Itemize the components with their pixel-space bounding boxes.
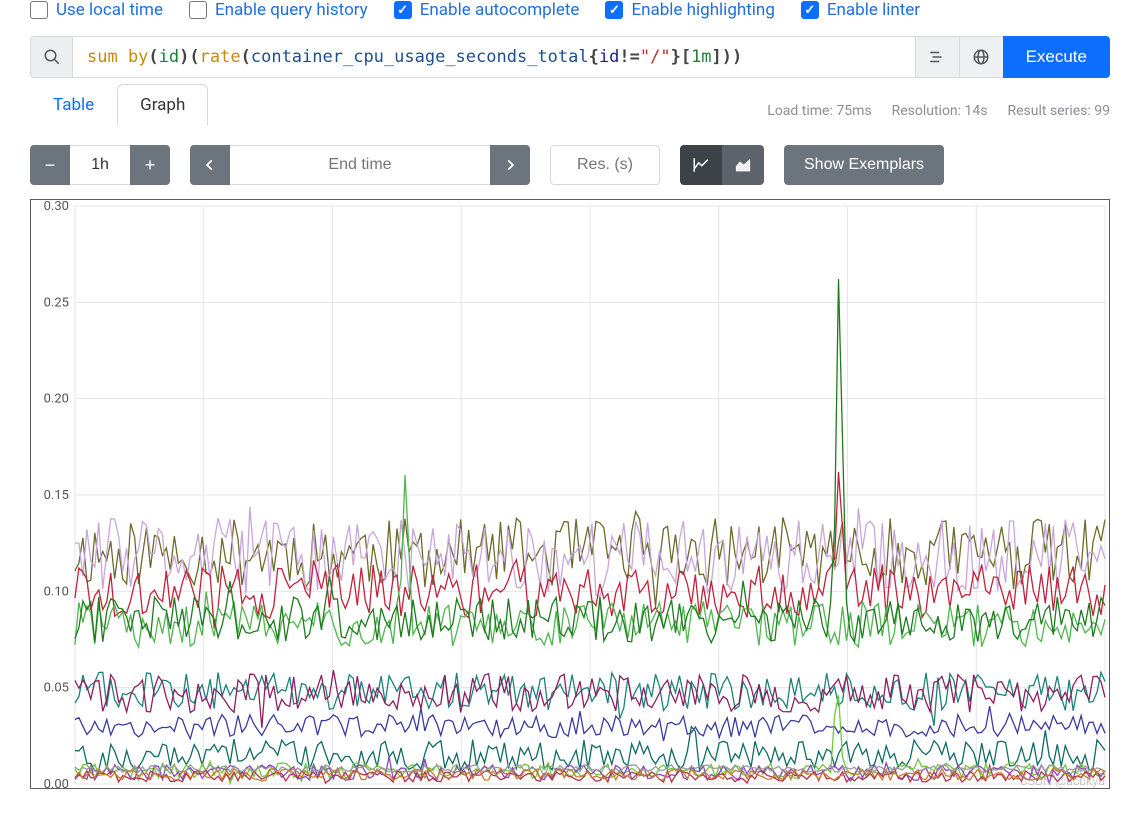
resolution-input[interactable] xyxy=(550,145,660,185)
option-highlighting[interactable]: Enable highlighting xyxy=(605,0,774,20)
option-linter[interactable]: Enable linter xyxy=(801,0,920,20)
option-label: Use local time xyxy=(56,0,163,20)
query-input[interactable]: sum by (id) (rate (container_cpu_usage_s… xyxy=(72,36,915,78)
option-label: Enable query history xyxy=(215,0,368,20)
checkbox-icon[interactable] xyxy=(605,1,623,19)
range-group: − + xyxy=(30,145,170,185)
svg-text:0.10: 0.10 xyxy=(44,584,69,599)
search-icon xyxy=(30,36,72,78)
stat-resolution: Resolution: 14s xyxy=(892,103,988,119)
svg-text:0.25: 0.25 xyxy=(44,295,69,310)
time-prev-button[interactable] xyxy=(190,145,230,185)
query-row: sum by (id) (rate (container_cpu_usage_s… xyxy=(0,28,1140,78)
options-bar: Use local time Enable query history Enable… xyxy=(0,0,1140,28)
range-plus-button[interactable]: + xyxy=(130,145,170,185)
end-time-input[interactable] xyxy=(230,145,490,185)
tab-graph[interactable]: Graph xyxy=(117,84,208,125)
checkbox-icon[interactable] xyxy=(189,1,207,19)
query-stats: Load time: 75ms Resolution: 14s Result s… xyxy=(767,103,1110,125)
graph-controls: − + Show Exemplars xyxy=(0,125,1140,185)
watermark: CSDN @ucbkyu xyxy=(1020,774,1105,788)
checkbox-icon[interactable] xyxy=(30,1,48,19)
area-chart-icon[interactable] xyxy=(722,145,764,185)
option-label: Enable autocomplete xyxy=(420,0,580,20)
chart-panel[interactable]: 0.00 0.05 0.10 0.15 0.20 0.25 0.30 CSDN @ucbky… xyxy=(30,199,1110,789)
time-next-button[interactable] xyxy=(490,145,530,185)
result-tabs: Table Graph xyxy=(30,84,208,125)
checkbox-icon[interactable] xyxy=(801,1,819,19)
option-autocomplete[interactable]: Enable autocomplete xyxy=(394,0,580,20)
range-minus-button[interactable]: − xyxy=(30,145,70,185)
checkbox-icon[interactable] xyxy=(394,1,412,19)
svg-text:0.00: 0.00 xyxy=(44,777,69,788)
line-chart-icon[interactable] xyxy=(680,145,722,185)
stat-load-time: Load time: 75ms xyxy=(767,103,871,119)
execute-button[interactable]: Execute xyxy=(1003,36,1110,78)
show-exemplars-button[interactable]: Show Exemplars xyxy=(784,145,944,185)
option-label: Enable highlighting xyxy=(631,0,774,20)
format-icon[interactable] xyxy=(915,36,959,78)
tab-stat-row: Table Graph Load time: 75ms Resolution: … xyxy=(0,78,1140,125)
tab-table[interactable]: Table xyxy=(30,84,117,125)
range-input[interactable] xyxy=(70,145,130,185)
option-label: Enable linter xyxy=(827,0,920,20)
endtime-group xyxy=(190,145,530,185)
svg-text:0.30: 0.30 xyxy=(44,200,69,214)
globe-icon[interactable] xyxy=(959,36,1003,78)
stat-series: Result series: 99 xyxy=(1008,103,1111,119)
option-history[interactable]: Enable query history xyxy=(189,0,368,20)
svg-text:0.15: 0.15 xyxy=(44,488,69,503)
svg-text:0.20: 0.20 xyxy=(44,392,69,407)
view-toggle xyxy=(680,145,764,185)
svg-text:0.05: 0.05 xyxy=(44,681,69,696)
line-chart: 0.00 0.05 0.10 0.15 0.20 0.25 0.30 xyxy=(31,200,1109,788)
option-local_time[interactable]: Use local time xyxy=(30,0,163,20)
